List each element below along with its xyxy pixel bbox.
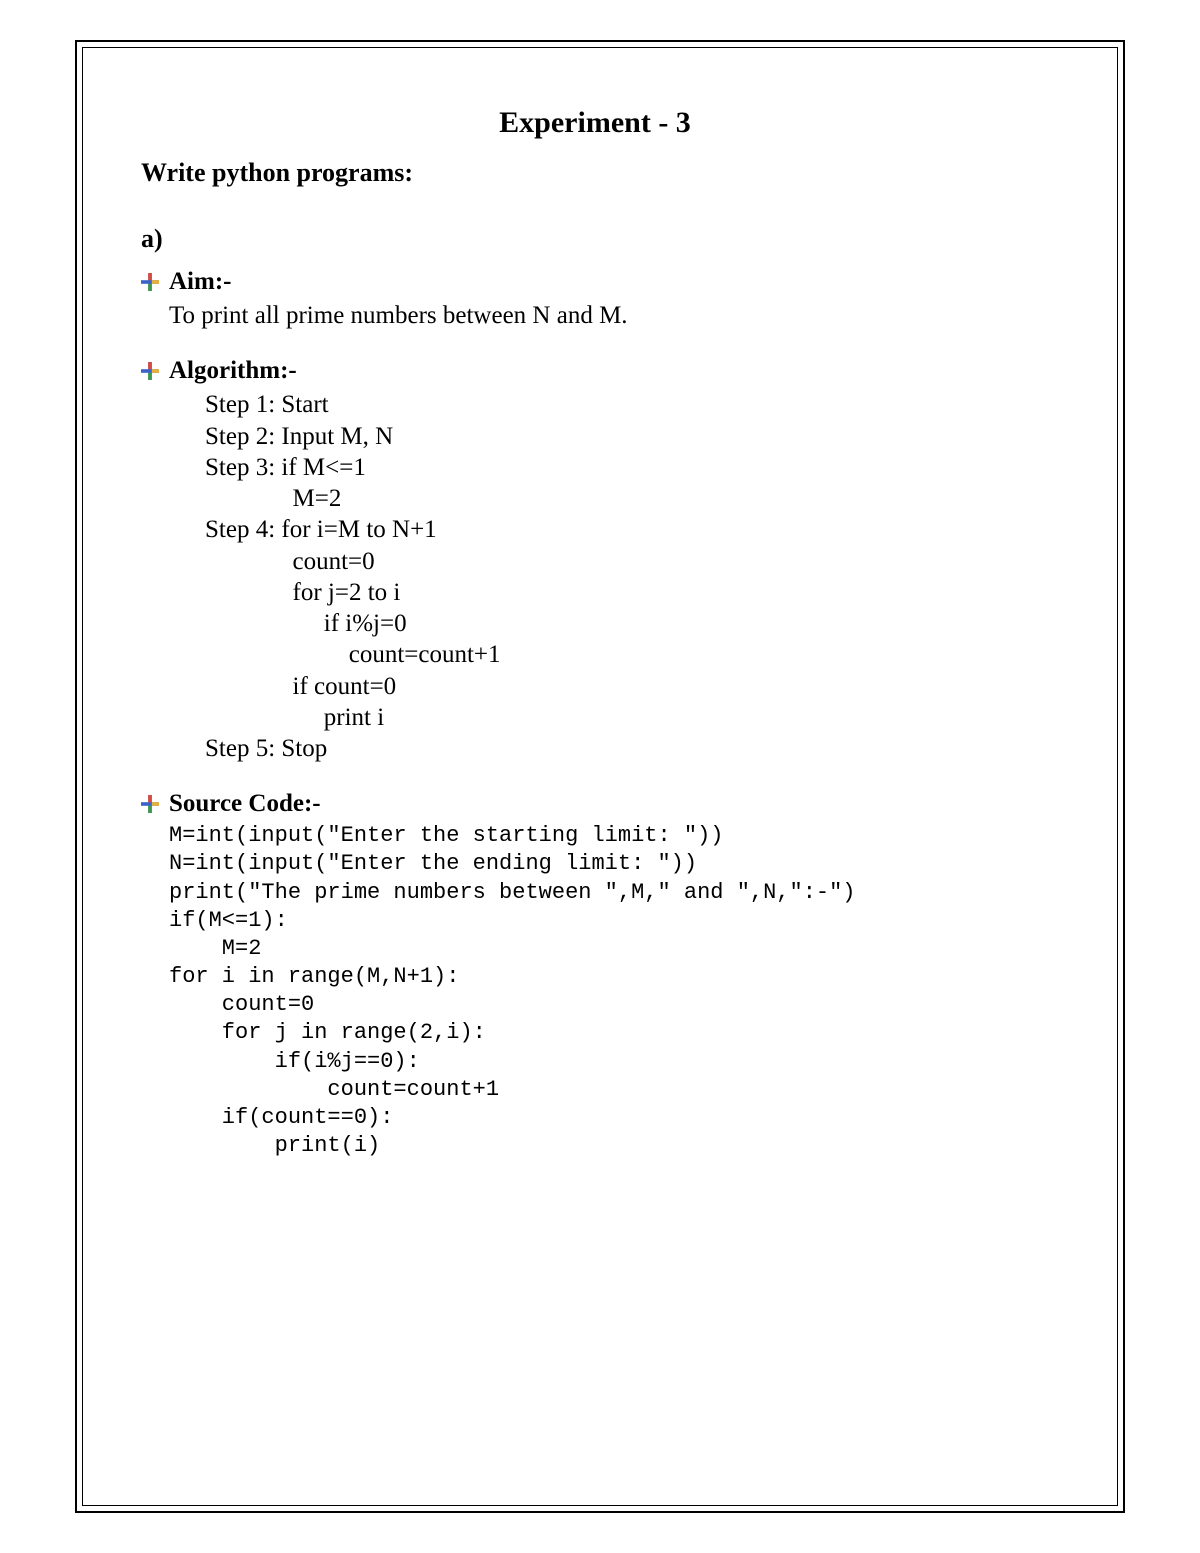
- algorithm-steps: Step 1: Start Step 2: Input M, N Step 3:…: [205, 389, 1049, 764]
- algorithm-heading-row: Algorithm:-: [141, 357, 1049, 385]
- source-heading-row: Source Code:-: [141, 790, 1049, 818]
- algorithm-heading: Algorithm:-: [169, 357, 297, 385]
- source-code: M=int(input("Enter the starting limit: "…: [169, 822, 1049, 1160]
- aim-heading: Aim:-: [169, 268, 231, 296]
- aim-heading-row: Aim:-: [141, 268, 1049, 296]
- bullet-icon: [141, 795, 159, 813]
- bullet-icon: [141, 362, 159, 380]
- page-border-outer: Experiment - 3 Write python programs: a)…: [75, 40, 1125, 1513]
- bullet-icon: [141, 273, 159, 291]
- page-border-inner: Experiment - 3 Write python programs: a)…: [82, 47, 1118, 1506]
- aim-text: To print all prime numbers between N and…: [169, 300, 1049, 331]
- page: Experiment - 3 Write python programs: a)…: [0, 0, 1200, 1553]
- document-subtitle: Write python programs:: [141, 158, 1049, 188]
- part-label: a): [141, 224, 1049, 254]
- document-title: Experiment - 3: [141, 106, 1049, 140]
- source-heading: Source Code:-: [169, 790, 321, 818]
